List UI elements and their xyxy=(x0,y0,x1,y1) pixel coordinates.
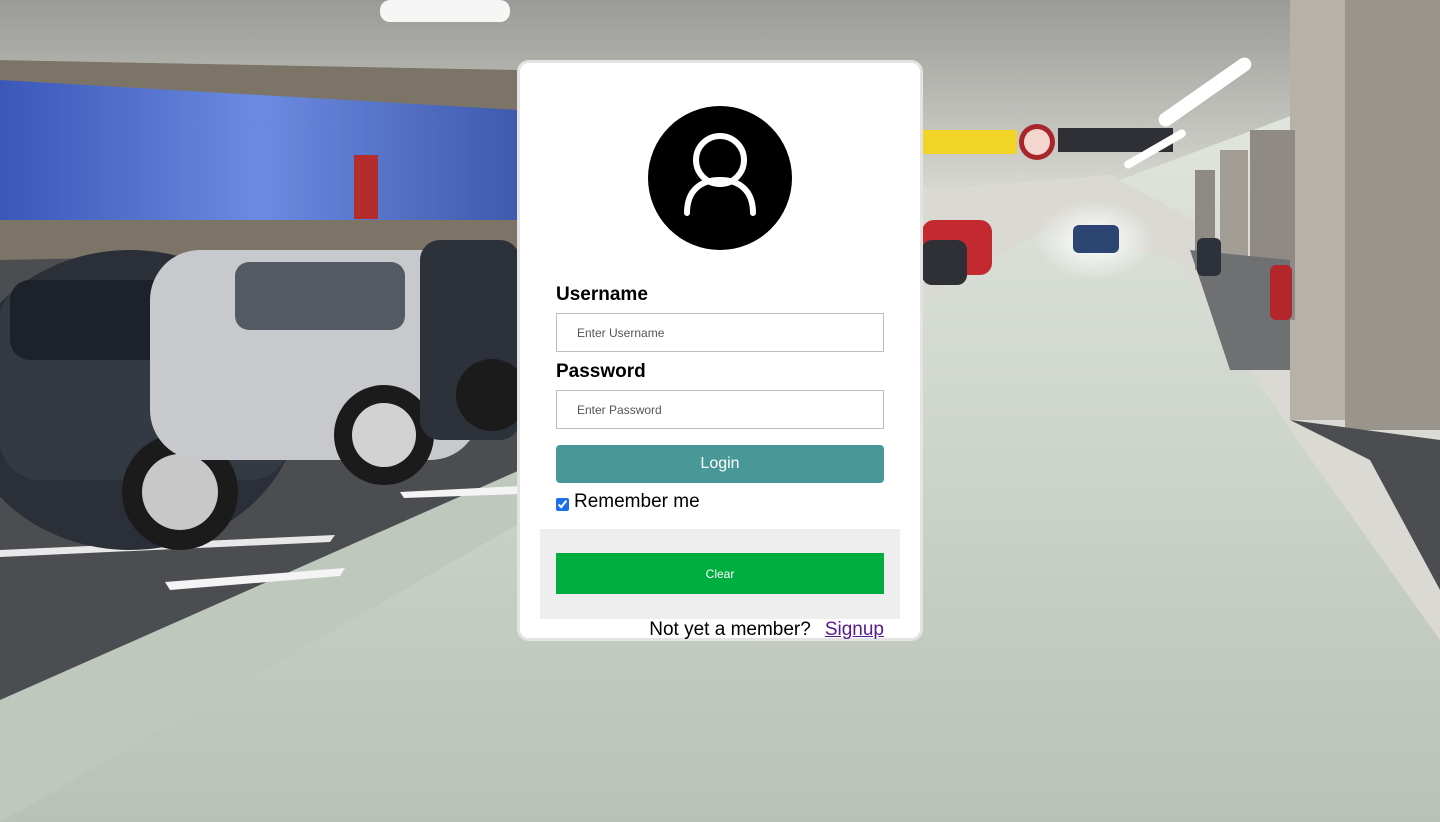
clear-button[interactable]: Clear xyxy=(556,553,884,594)
remember-me-label: Remember me xyxy=(574,491,700,512)
footer-panel: Clear xyxy=(540,529,900,619)
login-card: Username Password Login Remember me Clea… xyxy=(517,60,923,641)
username-input[interactable] xyxy=(556,313,884,352)
signup-prompt: Not yet a member? xyxy=(649,619,811,640)
remember-me-checkbox[interactable] xyxy=(556,497,569,511)
signup-row: Not yet a member? Signup xyxy=(649,619,884,641)
user-avatar-icon xyxy=(648,106,792,250)
username-label: Username xyxy=(556,284,648,305)
login-button[interactable]: Login xyxy=(556,445,884,483)
remember-me-row: Remember me xyxy=(556,491,700,513)
password-label: Password xyxy=(556,361,646,382)
password-input[interactable] xyxy=(556,390,884,429)
signup-link[interactable]: Signup xyxy=(825,619,884,640)
